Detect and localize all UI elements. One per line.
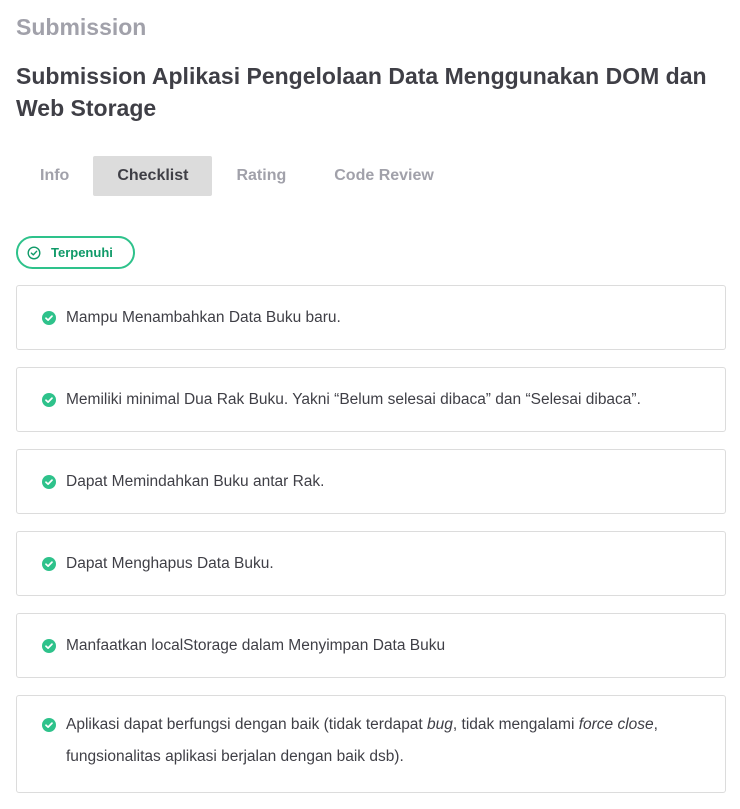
check-filled-icon: [42, 718, 56, 732]
check-circle-icon: [27, 245, 41, 260]
checklist-item: Mampu Menambahkan Data Buku baru.: [16, 285, 726, 350]
checklist-item-text: Manfaatkan localStorage dalam Menyimpan …: [66, 637, 446, 654]
tab-bar: Info Checklist Rating Code Review: [16, 156, 458, 196]
status-badge: Terpenuhi: [16, 236, 135, 269]
checklist-item-text: Mampu Menambahkan Data Buku baru.: [66, 309, 341, 326]
checklist-item-text: Memiliki minimal Dua Rak Buku. Yakni “Be…: [66, 391, 641, 408]
check-filled-icon: [42, 475, 56, 489]
check-filled-icon: [42, 639, 56, 653]
text-segment: , tidak mengalami: [452, 716, 579, 733]
text-segment: Aplikasi dapat berfungsi dengan baik (ti…: [66, 716, 428, 733]
checklist-item-text: Aplikasi dapat berfungsi dengan baik (ti…: [66, 709, 705, 773]
checklist-item: Dapat Menghapus Data Buku.: [16, 531, 726, 596]
tab-rating[interactable]: Rating: [212, 156, 310, 196]
tab-code-review[interactable]: Code Review: [310, 156, 458, 196]
checklist-item: Manfaatkan localStorage dalam Menyimpan …: [16, 613, 726, 678]
tab-checklist[interactable]: Checklist: [93, 156, 213, 196]
tab-info[interactable]: Info: [16, 156, 93, 196]
text-emphasis-bug: bug: [427, 716, 453, 733]
checklist-item: Memiliki minimal Dua Rak Buku. Yakni “Be…: [16, 367, 726, 432]
checklist-item: Dapat Memindahkan Buku antar Rak.: [16, 449, 726, 514]
check-filled-icon: [42, 557, 56, 571]
checklist-item-text: Dapat Memindahkan Buku antar Rak.: [66, 473, 325, 490]
text-emphasis-force-close: force close: [578, 716, 654, 733]
checklist: Mampu Menambahkan Data Buku baru. Memili…: [16, 285, 726, 809]
checklist-item-text: Dapat Menghapus Data Buku.: [66, 555, 274, 572]
section-label: Submission: [16, 14, 147, 40]
check-filled-icon: [42, 393, 56, 407]
check-filled-icon: [42, 311, 56, 325]
page-title: Submission Aplikasi Pengelolaan Data Men…: [16, 63, 707, 121]
checklist-item: Aplikasi dapat berfungsi dengan baik (ti…: [16, 695, 726, 793]
status-label: Terpenuhi: [51, 245, 113, 260]
